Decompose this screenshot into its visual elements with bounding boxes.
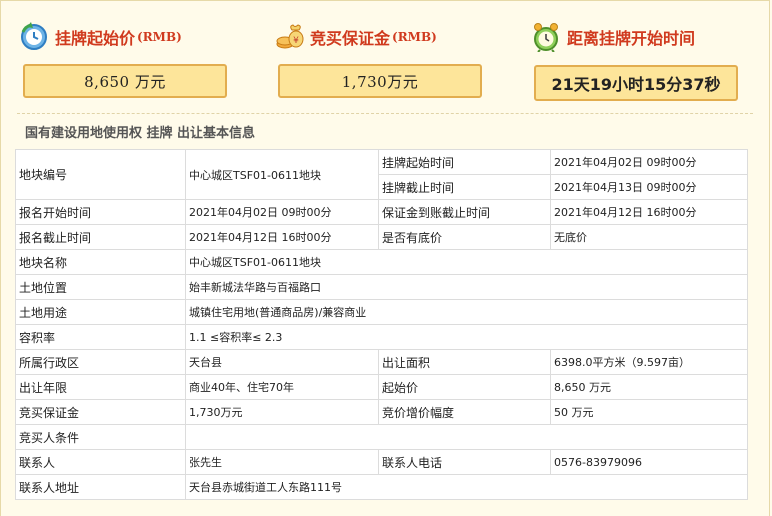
alarm-clock-icon <box>534 23 558 52</box>
table-row: 所属行政区 天台县 出让面积 6398.0平方米（9.597亩） <box>15 349 748 375</box>
field-label: 所属行政区 <box>15 349 186 375</box>
field-label: 竞价增价幅度 <box>378 399 551 425</box>
field-value: 2021年04月02日 09时00分 <box>185 199 379 225</box>
countdown-value: 21天19小时15分37秒 <box>551 75 721 94</box>
field-label: 土地用途 <box>15 299 186 325</box>
field-label: 地块名称 <box>15 249 186 275</box>
field-label: 保证金到账截止时间 <box>378 199 551 225</box>
field-label: 容积率 <box>15 324 186 350</box>
deposit-value: 1,730万元 <box>341 72 419 91</box>
field-value: 1,730万元 <box>185 399 379 425</box>
field-label: 地块编号 <box>15 149 186 200</box>
field-label: 挂牌截止时间 <box>378 174 551 200</box>
coins-bag-icon: ¥ <box>276 24 304 49</box>
field-value: 始丰新城法华路与百福路口 <box>185 274 748 300</box>
field-value: 中心城区TSF01-0611地块 <box>185 149 379 200</box>
field-value <box>185 424 748 450</box>
field-label: 联系人 <box>15 449 186 475</box>
start-price-header: 挂牌起始价 (RMB) <box>19 22 182 52</box>
field-label: 报名截止时间 <box>15 224 186 250</box>
table-row: 竞买保证金 1,730万元 竞价增价幅度 50 万元 <box>15 399 748 425</box>
field-label: 是否有底价 <box>378 224 551 250</box>
field-label: 联系人地址 <box>15 474 186 500</box>
start-price-value: 8,650 万元 <box>84 72 166 91</box>
field-value: 天台县 <box>185 349 379 375</box>
deposit-value-box: 1,730万元 <box>278 64 482 98</box>
deposit-block: ¥ 竞买保证金 (RMB) 1,730万元 <box>274 1 484 111</box>
field-label: 报名开始时间 <box>15 199 186 225</box>
countdown-label: 距离挂牌开始时间 <box>567 29 696 48</box>
field-value: 商业40年、住宅70年 <box>185 374 379 400</box>
field-value: 2021年04月12日 16时00分 <box>550 199 748 225</box>
table-row: 联系人地址 天台县赤城街道工人东路111号 <box>15 474 748 500</box>
field-value: 中心城区TSF01-0611地块 <box>185 249 748 275</box>
field-label: 竞买人条件 <box>15 424 186 450</box>
field-label: 起始价 <box>378 374 551 400</box>
start-price-block: 挂牌起始价 (RMB) 8,650 万元 <box>19 1 231 111</box>
start-price-value-box: 8,650 万元 <box>23 64 227 98</box>
table-row: 地块名称 中心城区TSF01-0611地块 <box>15 249 748 275</box>
countdown-header: 距离挂牌开始时间 <box>531 22 695 52</box>
table-row: 土地用途 城镇住宅用地(普通商品房)/兼容商业 <box>15 299 748 325</box>
clock-refresh-icon <box>21 22 47 50</box>
price-summary: 挂牌起始价 (RMB) 8,650 万元 ¥ 竞买保证金 (RMB) 1,730… <box>1 1 769 111</box>
table-row: 报名截止时间 2021年04月12日 16时00分 是否有底价 无底价 <box>15 224 748 250</box>
field-value: 无底价 <box>550 224 748 250</box>
summary-divider <box>17 113 753 114</box>
countdown-value-box: 21天19小时15分37秒 <box>534 65 738 101</box>
deposit-currency: (RMB) <box>392 30 437 44</box>
field-value: 8,650 万元 <box>550 374 748 400</box>
field-value: 张先生 <box>185 449 379 475</box>
field-value: 2021年04月02日 09时00分 <box>550 149 748 175</box>
field-label: 竞买保证金 <box>15 399 186 425</box>
deposit-header: ¥ 竞买保证金 (RMB) <box>274 22 437 52</box>
start-price-label: 挂牌起始价 <box>55 29 136 48</box>
field-value: 天台县赤城街道工人东路111号 <box>185 474 748 500</box>
table-row: 土地位置 始丰新城法华路与百福路口 <box>15 274 748 300</box>
field-value: 1.1 ≤容积率≤ 2.3 <box>185 324 748 350</box>
field-label: 出让年限 <box>15 374 186 400</box>
field-value: 0576-83979096 <box>550 449 748 475</box>
table-row: 出让年限 商业40年、住宅70年 起始价 8,650 万元 <box>15 374 748 400</box>
table-row: 联系人 张先生 联系人电话 0576-83979096 <box>15 449 748 475</box>
field-value: 2021年04月13日 09时00分 <box>550 174 748 200</box>
field-value: 城镇住宅用地(普通商品房)/兼容商业 <box>185 299 748 325</box>
field-value: 2021年04月12日 16时00分 <box>185 224 379 250</box>
field-label: 挂牌起始时间 <box>378 149 551 175</box>
table-row: 地块编号 中心城区TSF01-0611地块 挂牌起始时间 2021年04月02日… <box>15 149 748 200</box>
field-label: 出让面积 <box>378 349 551 375</box>
table-row: 竞买人条件 <box>15 424 748 450</box>
countdown-block: 距离挂牌开始时间 21天19小时15分37秒 <box>531 1 741 111</box>
svg-text:¥: ¥ <box>293 36 299 46</box>
table-row: 报名开始时间 2021年04月02日 09时00分 保证金到账截止时间 2021… <box>15 199 748 225</box>
field-value: 6398.0平方米（9.597亩） <box>550 349 748 375</box>
table-row: 容积率 1.1 ≤容积率≤ 2.3 <box>15 324 748 350</box>
field-label: 土地位置 <box>15 274 186 300</box>
listing-panel: 挂牌起始价 (RMB) 8,650 万元 ¥ 竞买保证金 (RMB) 1,730… <box>0 0 770 516</box>
start-price-currency: (RMB) <box>137 30 182 44</box>
deposit-label: 竞买保证金 <box>310 29 391 48</box>
section-title: 国有建设用地使用权 挂牌 出让基本信息 <box>25 126 256 141</box>
land-info-table: 地块编号 中心城区TSF01-0611地块 挂牌起始时间 2021年04月02日… <box>15 149 748 500</box>
field-value: 50 万元 <box>550 399 748 425</box>
field-label: 联系人电话 <box>378 449 551 475</box>
